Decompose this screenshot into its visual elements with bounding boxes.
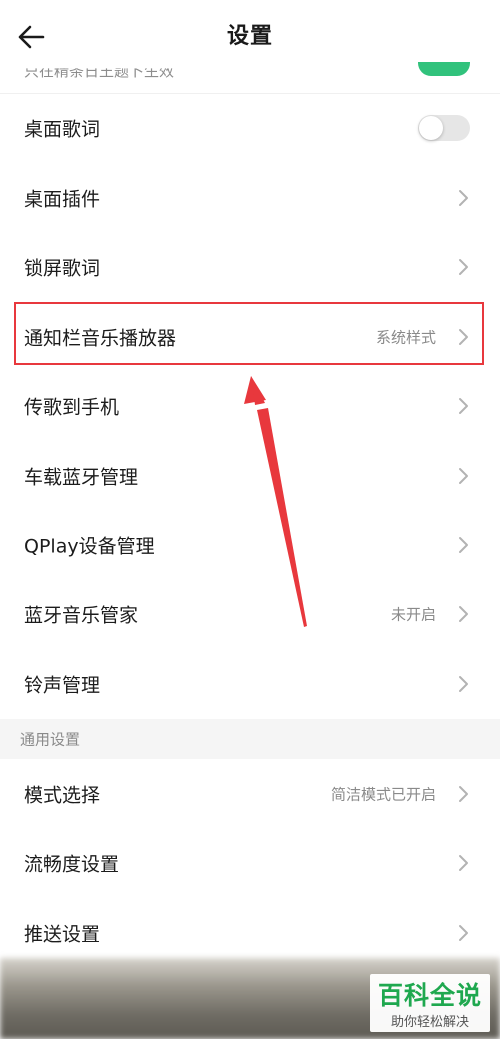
row-ringtone[interactable]: 铃声管理 [0, 650, 500, 718]
row-smoothness[interactable]: 流畅度设置 [0, 829, 500, 897]
chevron-right-icon [458, 536, 470, 554]
row-label: 车载蓝牙管理 [24, 466, 139, 489]
chevron-right-icon [458, 397, 470, 415]
partial-row-label: 只在精条日王题卜生效 [24, 62, 175, 80]
section-header-general: 通用设置 [0, 719, 500, 759]
row-label: 铃声管理 [24, 674, 101, 697]
row-desktop-lyrics[interactable]: 桌面歌词 [0, 94, 500, 162]
row-car-bluetooth[interactable]: 车载蓝牙管理 [0, 442, 500, 510]
row-qplay-devices[interactable]: QPlay设备管理 [0, 511, 500, 579]
row-label: QPlay设备管理 [24, 535, 155, 558]
row-label: 流畅度设置 [24, 853, 120, 876]
section-label: 通用设置 [20, 730, 81, 749]
chevron-right-icon [458, 924, 470, 942]
row-mode-select[interactable]: 模式选择 简洁模式已开启 [0, 760, 500, 828]
row-lockscreen-lyrics[interactable]: 锁屏歌词 [0, 233, 500, 301]
page-title: 设置 [226, 24, 273, 49]
desktop-lyrics-toggle[interactable] [418, 115, 470, 141]
row-label: 桌面歌词 [24, 118, 101, 141]
row-bluetooth-music[interactable]: 蓝牙音乐管家 未开启 [0, 580, 500, 648]
row-label: 桌面插件 [24, 188, 101, 211]
chevron-right-icon [458, 854, 470, 872]
row-label: 模式选择 [24, 784, 101, 807]
partial-toggle[interactable] [418, 61, 470, 76]
row-push-settings[interactable]: 推送设置 [0, 899, 500, 967]
app-header: 设置 只在精条日王题卜生效 [0, 0, 500, 94]
row-label: 推送设置 [24, 923, 101, 946]
row-notification-player[interactable]: 通知栏音乐播放器 系统样式 [0, 303, 500, 371]
row-label: 锁屏歌词 [24, 257, 101, 280]
chevron-right-icon [458, 328, 470, 346]
row-label: 蓝牙音乐管家 [24, 604, 139, 627]
chevron-right-icon [458, 675, 470, 693]
chevron-right-icon [458, 467, 470, 485]
row-label: 通知栏音乐播放器 [24, 327, 177, 350]
row-label: 传歌到手机 [24, 396, 120, 419]
watermark-title: 百科全说 [377, 981, 482, 1010]
watermark-logo: 百科全说 助你轻松解决 [370, 974, 490, 1032]
row-value: 未开启 [390, 605, 436, 624]
row-desktop-widget[interactable]: 桌面插件 [0, 164, 500, 232]
toggle-knob [419, 116, 443, 140]
chevron-right-icon [458, 258, 470, 276]
row-transfer-to-phone[interactable]: 传歌到手机 [0, 372, 500, 440]
row-value: 系统样式 [375, 328, 436, 347]
watermark-subtitle: 助你轻松解决 [390, 1015, 469, 1030]
chevron-right-icon [458, 605, 470, 623]
chevron-right-icon [458, 785, 470, 803]
chevron-right-icon [458, 189, 470, 207]
row-value: 简洁模式已开启 [330, 785, 436, 804]
